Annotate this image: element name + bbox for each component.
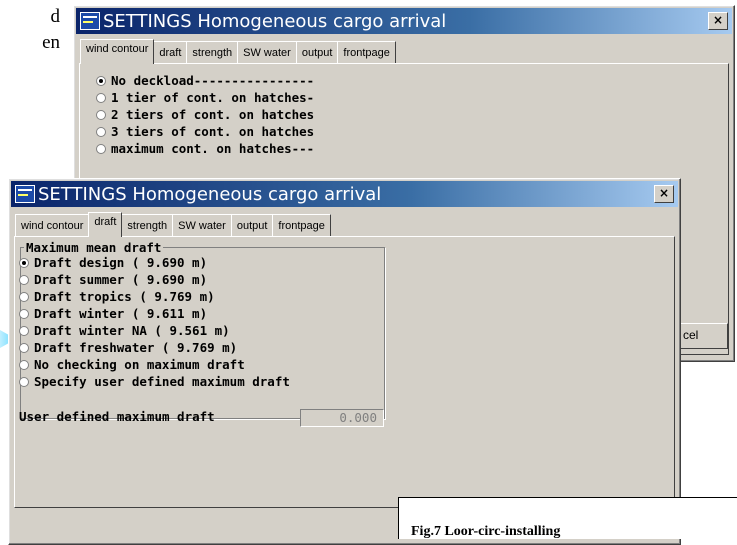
tab-output[interactable]: output [295,41,339,64]
radio-button[interactable] [19,291,29,302]
radio-button[interactable] [96,126,106,137]
radio-option[interactable]: Draft summer ( 9.690 m) [19,271,290,288]
tab-strip: wind contour draft strength SW water out… [15,212,331,237]
radio-option[interactable]: Draft tropics ( 9.769 m) [19,288,290,305]
radio-option[interactable]: 2 tiers of cont. on hatches [96,106,314,123]
tab-frontpage[interactable]: frontpage [337,41,396,64]
deckload-options: No deckload---------------- 1 tier of co… [96,72,314,157]
radio-option[interactable]: Draft winter ( 9.611 m) [19,305,290,322]
tab-panel: Maximum mean draft Draft design ( 9.690 … [14,236,675,508]
cancel-button[interactable]: cel [678,323,728,349]
radio-option[interactable]: maximum cont. on hatches--- [96,140,314,157]
tab-draft[interactable]: draft [153,41,188,64]
radio-label: No checking on maximum draft [34,357,245,372]
group-title: Maximum mean draft [24,240,164,255]
radio-option[interactable]: Draft winter NA ( 9.561 m) [19,322,290,339]
radio-label: Draft freshwater ( 9.769 m) [34,340,238,355]
radio-button[interactable] [19,257,29,268]
radio-option[interactable]: No deckload---------------- [96,72,314,89]
window-title: SETTINGS Homogeneous cargo arrival [103,10,447,32]
tab-wind-contour[interactable]: wind contour [15,214,90,237]
radio-label: Draft summer ( 9.690 m) [34,272,208,287]
user-defined-draft-input[interactable]: 0.000 [300,409,384,427]
tab-output[interactable]: output [230,214,274,237]
tab-draft[interactable]: draft [88,212,123,237]
radio-button[interactable] [19,376,29,387]
title-bar[interactable]: SETTINGS Homogeneous cargo arrival × [76,8,732,34]
tab-strip: wind contour draft strength SW water out… [80,39,396,64]
tab-sw-water[interactable]: SW water [172,214,232,237]
figure-caption: Fig.7 Loor-circ-installing [411,524,561,539]
document-text-line: d [50,6,61,27]
figure-caption-box: Fig.7 Loor-circ-installing [398,497,737,539]
radio-option[interactable]: 1 tier of cont. on hatches- [96,89,314,106]
app-icon [80,12,100,30]
radio-label: Draft winter NA ( 9.561 m) [34,323,230,338]
app-icon [15,185,35,203]
radio-button[interactable] [19,342,29,353]
radio-label: 2 tiers of cont. on hatches [111,107,315,122]
radio-button[interactable] [96,92,106,103]
window-title: SETTINGS Homogeneous cargo arrival [38,183,382,205]
radio-button[interactable] [19,274,29,285]
radio-option[interactable]: Draft design ( 9.690 m) [19,254,290,271]
tab-wind-contour[interactable]: wind contour [80,39,155,64]
radio-option[interactable]: Specify user defined maximum draft [19,373,290,390]
radio-button[interactable] [19,359,29,370]
radio-label: Draft tropics ( 9.769 m) [34,289,215,304]
radio-option[interactable]: 3 tiers of cont. on hatches [96,123,314,140]
radio-label: Specify user defined maximum draft [34,374,290,389]
radio-option[interactable]: Draft freshwater ( 9.769 m) [19,339,290,356]
close-button[interactable]: × [708,12,728,30]
radio-label: Draft winter ( 9.611 m) [34,306,208,321]
radio-label: maximum cont. on hatches--- [111,141,315,156]
radio-label: 3 tiers of cont. on hatches [111,124,315,139]
radio-button[interactable] [96,143,106,154]
radio-option[interactable]: No checking on maximum draft [19,356,290,373]
radio-button[interactable] [96,75,106,86]
document-text: d en [42,4,60,56]
radio-label: Draft design ( 9.690 m) [34,255,208,270]
user-defined-label: User defined maximum draft [19,409,215,424]
title-bar[interactable]: SETTINGS Homogeneous cargo arrival × [11,181,678,207]
radio-label: 1 tier of cont. on hatches- [111,90,315,105]
settings-window-front: SETTINGS Homogeneous cargo arrival × win… [8,178,681,545]
tab-sw-water[interactable]: SW water [237,41,297,64]
tab-frontpage[interactable]: frontpage [272,214,331,237]
radio-button[interactable] [19,308,29,319]
tab-strength[interactable]: strength [121,214,174,237]
radio-button[interactable] [96,109,106,120]
radio-label: No deckload---------------- [111,73,315,88]
document-text-line: en [42,32,60,53]
draft-options: Draft design ( 9.690 m) Draft summer ( 9… [19,254,290,390]
close-button[interactable]: × [654,185,674,203]
radio-button[interactable] [19,325,29,336]
tab-strength[interactable]: strength [186,41,239,64]
